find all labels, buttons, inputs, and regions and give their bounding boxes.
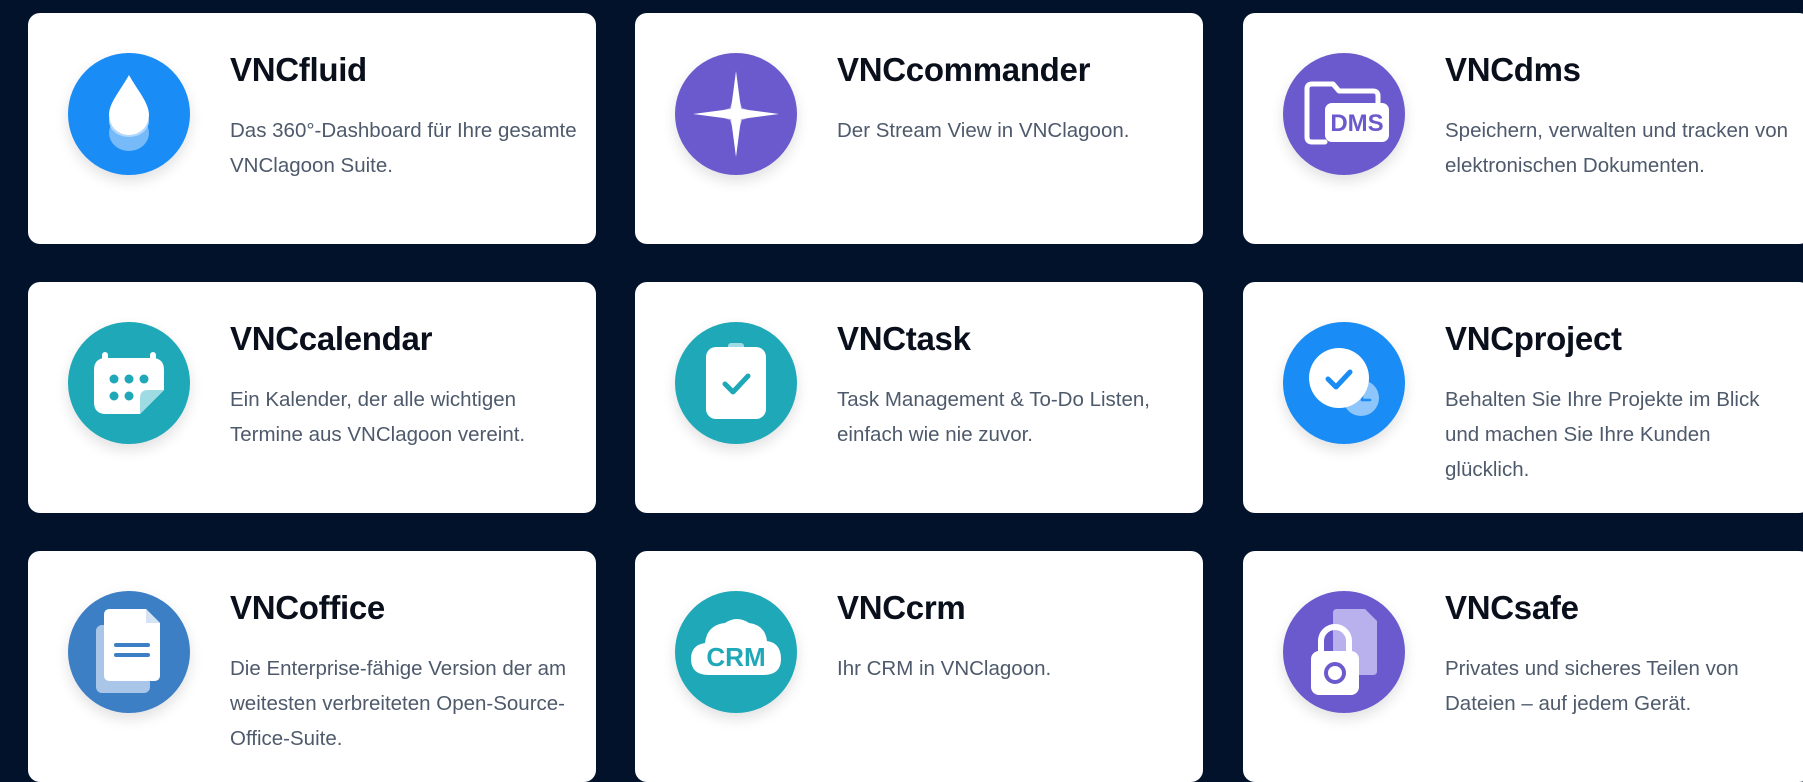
app-description: Der Stream View in VNClagoon. [837,119,1130,142]
app-title: VNCtask [837,320,971,357]
app-card-vncsafe[interactable]: VNCsafe Privates und sicheres Teilen von… [1243,551,1803,782]
water-drop-icon [68,53,190,175]
app-title: VNCoffice [230,589,385,626]
app-card-vnccrm[interactable]: CRM VNCcrm Ihr CRM in VNClagoon. [635,551,1203,782]
app-card-vnccalendar[interactable]: VNCcalendar Ein Kalender, der alle wicht… [28,282,596,513]
app-title: VNCcrm [837,589,966,626]
app-description: Task Management & To-Do Listen, einfach … [837,388,1150,446]
crm-cloud-icon: CRM [675,591,797,713]
check-clock-icon [1283,322,1405,444]
padlock-file-icon [1283,591,1405,713]
app-title: VNCproject [1445,320,1622,357]
app-description: Speichern, verwalten und tracken von ele… [1445,119,1789,177]
app-card-vncproject[interactable]: VNCproject Behalten Sie Ihre Projekte im… [1243,282,1803,513]
app-card-vncfluid[interactable]: VNCfluid Das 360°-Dashboard für Ihre ges… [28,13,596,244]
app-description: Die Enterprise-fähige Version der am wei… [230,657,567,750]
calendar-icon [68,322,190,444]
compass-star-icon [675,53,797,175]
clipboard-check-icon [675,322,797,444]
app-grid: VNCfluid Das 360°-Dashboard für Ihre ges… [0,0,1803,782]
app-description: Ihr CRM in VNClagoon. [837,657,1052,680]
app-title: VNCcalendar [230,320,433,357]
app-title: VNCsafe [1445,589,1579,626]
dms-folder-icon: DMS [1283,53,1405,175]
app-card-vncoffice[interactable]: VNCoffice Die Enterprise-fähige Version … [28,551,596,782]
app-card-vncdms[interactable]: DMS VNCdms Speichern, verwalten und trac… [1243,13,1803,244]
dms-label: DMS [1330,110,1383,137]
app-description: Behalten Sie Ihre Projekte im Blick und … [1445,388,1760,481]
crm-label: CRM [706,642,765,672]
app-card-vnccommander[interactable]: VNCcommander Der Stream View in VNClagoo… [635,13,1203,244]
app-description: Ein Kalender, der alle wichtigen Termine… [230,388,526,446]
document-icon [68,591,190,713]
app-card-vnctask[interactable]: VNCtask Task Management & To-Do Listen, … [635,282,1203,513]
app-title: VNCfluid [230,51,367,88]
app-title: VNCcommander [837,51,1091,88]
app-description: Das 360°-Dashboard für Ihre gesamte VNCl… [230,119,577,177]
app-description: Privates und sicheres Teilen von Dateien… [1445,657,1739,715]
app-title: VNCdms [1445,51,1581,88]
